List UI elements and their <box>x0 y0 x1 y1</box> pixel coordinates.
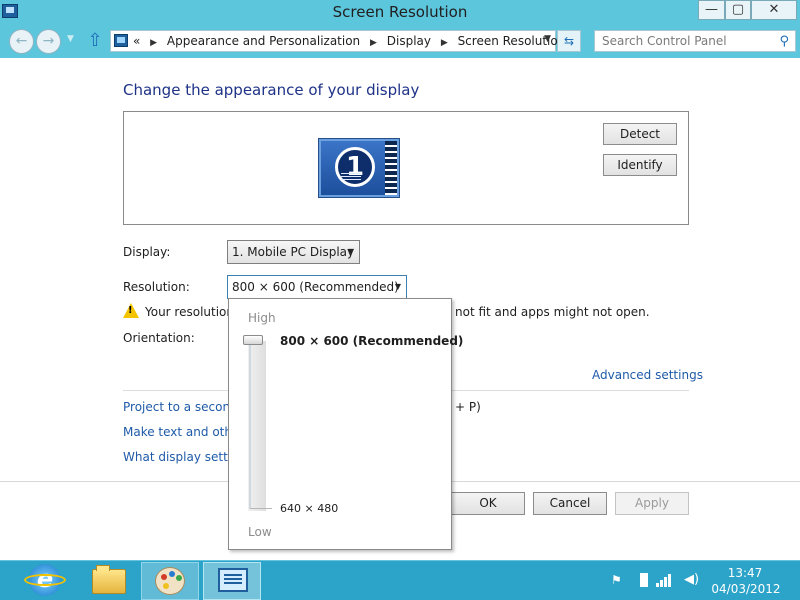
navigation-bar: ← → ▼ ⇧ « ▶ Appearance and Personalizati… <box>0 26 800 58</box>
chevron-down-icon[interactable]: ▼ <box>544 34 551 44</box>
warning-message: Your resolution <box>145 305 234 319</box>
display-label: Display: <box>123 245 171 259</box>
search-placeholder: Search Control Panel <box>602 34 727 48</box>
recent-locations-dropdown[interactable]: ▼ <box>67 34 74 44</box>
monitor-number: 1 <box>335 147 375 187</box>
signal-bar <box>660 580 663 587</box>
forward-button[interactable]: → <box>36 29 61 54</box>
action-center-flag-icon[interactable]: ⚑ <box>611 573 623 587</box>
project-second-screen-link[interactable]: Project to a second <box>123 400 238 414</box>
breadcrumb-display[interactable]: Display <box>387 34 431 48</box>
back-button[interactable]: ← <box>9 29 34 54</box>
warning-icon-mark: ! <box>128 305 133 316</box>
slider-tick-low <box>250 508 272 509</box>
control-panel-icon <box>114 34 128 47</box>
resolution-option-800x600[interactable]: 800 × 600 (Recommended) <box>280 334 463 348</box>
warning-message-end: not fit and apps might not open. <box>455 305 650 319</box>
apply-button[interactable]: Apply <box>615 492 689 515</box>
resolution-dropdown-popup: High 800 × 600 (Recommended) 640 × 480 L… <box>228 298 463 550</box>
search-icon[interactable]: ⚲ <box>779 34 789 49</box>
chevron-down-icon: ▼ <box>347 247 354 256</box>
resolution-slider-rail <box>249 341 251 509</box>
paint-dot-yellow <box>163 583 169 589</box>
film-strip-decoration <box>385 141 397 195</box>
internet-explorer-ring <box>24 574 66 586</box>
window-title: Screen Resolution <box>332 3 468 21</box>
resolution-slider-thumb[interactable] <box>243 335 263 345</box>
signal-bar <box>664 577 667 587</box>
cancel-button[interactable]: Cancel <box>533 492 607 515</box>
paint-dot-red <box>161 574 167 580</box>
make-text-larger-link[interactable]: Make text and other <box>123 425 244 439</box>
chevron-right-icon: ▶ <box>150 38 158 48</box>
network-signal-icon[interactable] <box>656 574 674 587</box>
chevron-down-icon: ▼ <box>394 282 401 291</box>
taskbar: e <box>0 560 800 600</box>
breadcrumb: « ▶ Appearance and Personalization ▶ Dis… <box>133 34 565 48</box>
breadcrumb-appearance[interactable]: Appearance and Personalization <box>167 34 360 48</box>
clock-date[interactable]: 04/03/2012 <box>710 582 782 596</box>
paint-dot-blue <box>169 571 175 577</box>
advanced-settings-link[interactable]: Advanced settings <box>592 368 703 382</box>
arrow-right-icon: → <box>42 33 55 49</box>
clock-time[interactable]: 13:47 <box>718 566 772 580</box>
close-button[interactable]: ✕ <box>751 0 797 20</box>
refresh-icon: ⇆ <box>563 34 575 48</box>
monitor-arrangement-panel: 1 Detect Identify <box>123 111 689 225</box>
detect-button[interactable]: Detect <box>603 123 677 145</box>
display-select-value: 1. Mobile PC Display <box>232 245 355 259</box>
battery-icon[interactable] <box>640 573 648 587</box>
project-shortcut-suffix: + P) <box>455 400 481 414</box>
page-title: Change the appearance of your display <box>123 81 420 99</box>
signal-bar <box>668 574 671 587</box>
resolution-option-640x480[interactable]: 640 × 480 <box>280 502 338 515</box>
control-panel-icon <box>218 568 248 592</box>
chevron-right-icon[interactable]: ▶ <box>370 38 377 48</box>
minimize-button[interactable]: — <box>698 0 725 20</box>
up-button[interactable]: ⇧ <box>86 31 104 51</box>
address-bar[interactable]: « ▶ Appearance and Personalization ▶ Dis… <box>110 30 565 52</box>
monitor-1-icon[interactable]: 1 <box>319 139 399 197</box>
signal-bar <box>656 583 659 587</box>
chevron-right-icon[interactable]: ▶ <box>441 38 448 48</box>
identify-button[interactable]: Identify <box>603 154 677 176</box>
taskbar-file-explorer[interactable] <box>80 562 138 600</box>
arrow-up-icon: ⇧ <box>87 30 103 51</box>
ok-button[interactable]: OK <box>451 492 525 515</box>
resolution-select[interactable]: 800 × 600 (Recommended) ▼ <box>227 275 407 299</box>
taskbar-control-panel[interactable] <box>203 562 261 600</box>
display-select[interactable]: 1. Mobile PC Display ▼ <box>227 240 360 264</box>
maximize-button[interactable]: ▢ <box>725 0 751 20</box>
taskbar-internet-explorer[interactable]: e <box>16 562 74 600</box>
slider-low-label: Low <box>248 525 272 539</box>
resolution-select-value: 800 × 600 (Recommended) <box>232 280 399 294</box>
title-bar: Screen Resolution — ▢ ✕ <box>0 0 800 26</box>
taskbar-paint[interactable] <box>141 562 199 600</box>
search-input[interactable]: Search Control Panel ⚲ <box>594 30 796 52</box>
arrow-left-icon: ← <box>15 33 28 49</box>
volume-icon[interactable]: ◀) <box>684 572 699 587</box>
paint-palette-icon <box>155 567 185 595</box>
refresh-button[interactable]: ⇆ <box>557 30 581 52</box>
orientation-label: Orientation: <box>123 331 195 345</box>
breadcrumb-overflow[interactable]: « <box>133 34 140 48</box>
paint-dot-green <box>176 575 182 581</box>
monitor-lines-decoration <box>341 173 361 181</box>
warning-text-start: Your resolution <box>145 305 235 319</box>
slider-high-label: High <box>248 311 276 325</box>
resolution-label: Resolution: <box>123 280 190 294</box>
folder-icon <box>92 565 126 594</box>
